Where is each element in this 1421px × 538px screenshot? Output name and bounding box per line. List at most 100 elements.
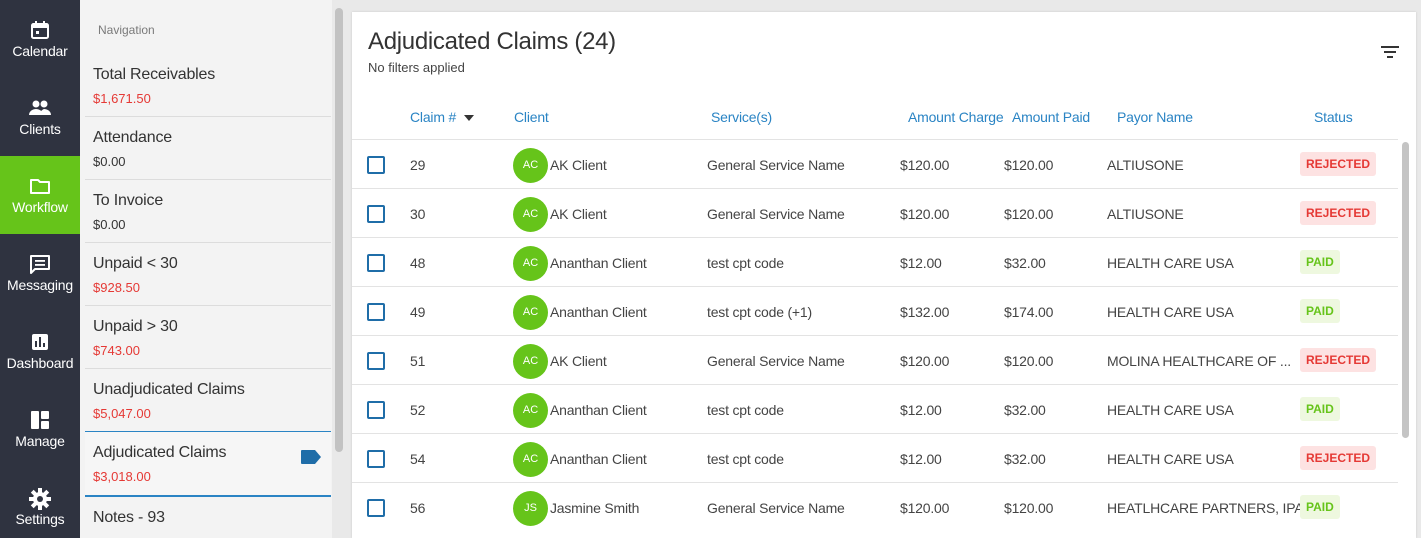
nav-item-unadjudicated-claims[interactable]: Unadjudicated Claims $5,047.00 [85, 369, 331, 432]
amount-charge: $120.00 [900, 353, 950, 369]
client-name[interactable]: Ananthan Client [550, 402, 647, 418]
rail-label: Settings [15, 511, 65, 527]
nav-item-name: Notes - 93 [93, 509, 165, 526]
amount-paid: $120.00 [1004, 353, 1054, 369]
amount-charge: $132.00 [900, 304, 950, 320]
amount-paid: $120.00 [1004, 206, 1054, 222]
avatar: AC [513, 442, 548, 477]
row-checkbox[interactable] [367, 352, 385, 370]
client-name[interactable]: Ananthan Client [550, 255, 647, 271]
row-checkbox[interactable] [367, 303, 385, 321]
amount-paid: $174.00 [1004, 304, 1054, 320]
client-name[interactable]: AK Client [550, 353, 607, 369]
rail-item-manage[interactable]: Manage [0, 390, 80, 468]
table-row[interactable]: 49 AC Ananthan Client test cpt code (+1)… [352, 286, 1398, 335]
payor-name: HEALTH CARE USA [1107, 402, 1234, 418]
rail-item-messaging[interactable]: Messaging [0, 234, 80, 312]
rail-label: Clients [19, 121, 61, 137]
client-name[interactable]: AK Client [550, 206, 607, 222]
payor-name: ALTIUSONE [1107, 206, 1184, 222]
table-scrollbar[interactable] [1400, 142, 1410, 442]
column-header-label: Claim # [410, 109, 457, 125]
rail-label: Workflow [12, 199, 68, 215]
nav-scrollbar-thumb[interactable] [335, 8, 343, 452]
rail-label: Calendar [12, 43, 68, 59]
service-name: General Service Name [707, 157, 845, 173]
page-title: Adjudicated Claims (24) [368, 28, 616, 55]
amount-charge: $12.00 [900, 255, 942, 271]
amount-paid: $32.00 [1004, 451, 1046, 467]
table-row[interactable]: 29 AC AK Client General Service Name $12… [352, 139, 1398, 188]
rail-label: Dashboard [6, 355, 74, 371]
column-header-status[interactable]: Status [1314, 109, 1353, 125]
rail-item-dashboard[interactable]: Dashboard [0, 312, 80, 390]
service-name: General Service Name [707, 353, 845, 369]
nav-item-notes[interactable]: Notes - 93 [85, 497, 331, 538]
app-rail: Calendar Clients Workflow Messaging Dash… [0, 0, 80, 538]
amount-charge: $12.00 [900, 451, 942, 467]
column-header-amount-paid[interactable]: Amount Paid [1012, 109, 1090, 125]
nav-item-amount: $743.00 [93, 343, 140, 358]
table-row[interactable]: 54 AC Ananthan Client test cpt code $12.… [352, 433, 1398, 482]
claims-panel: Adjudicated Claims (24) No filters appli… [352, 12, 1416, 538]
people-icon [0, 98, 80, 120]
column-header-payor[interactable]: Payor Name [1117, 109, 1193, 125]
nav-item-to-invoice[interactable]: To Invoice $0.00 [85, 180, 331, 243]
bar-chart-icon [0, 332, 80, 354]
status-badge: REJECTED [1300, 152, 1377, 176]
service-name: test cpt code [707, 255, 784, 271]
rail-item-clients[interactable]: Clients [0, 78, 80, 156]
client-name[interactable]: AK Client [550, 157, 607, 173]
row-checkbox[interactable] [367, 401, 385, 419]
navigation-panel: Navigation Total Receivables $1,671.50 A… [80, 0, 332, 538]
row-checkbox[interactable] [367, 499, 385, 517]
nav-item-total-receivables[interactable]: Total Receivables $1,671.50 [85, 54, 331, 117]
nav-item-amount: $1,671.50 [93, 91, 151, 106]
row-checkbox[interactable] [367, 156, 385, 174]
avatar: AC [513, 295, 548, 330]
table-row[interactable]: 56 JS Jasmine Smith General Service Name… [352, 482, 1398, 531]
column-header-amount-charge[interactable]: Amount Charge [908, 109, 1004, 125]
status-badge: REJECTED [1300, 201, 1377, 225]
amount-charge: $120.00 [900, 500, 950, 516]
avatar: AC [513, 344, 548, 379]
filter-status: No filters applied [368, 60, 465, 75]
table-row[interactable]: 51 AC AK Client General Service Name $12… [352, 335, 1398, 384]
filter-list-icon[interactable] [1380, 44, 1400, 60]
sort-desc-icon [464, 115, 475, 122]
table-scrollbar-thumb[interactable] [1402, 142, 1409, 438]
payor-name: ALTIUSONE [1107, 157, 1184, 173]
column-header-client[interactable]: Client [514, 109, 549, 125]
table-row[interactable]: 52 AC Ananthan Client test cpt code $12.… [352, 384, 1398, 433]
rail-item-calendar[interactable]: Calendar [0, 0, 80, 78]
nav-item-attendance[interactable]: Attendance $0.00 [85, 117, 331, 180]
service-name: General Service Name [707, 500, 845, 516]
column-header-claim[interactable]: Claim # [410, 109, 475, 125]
column-header-services[interactable]: Service(s) [711, 109, 772, 125]
rail-item-settings[interactable]: Settings [0, 468, 80, 538]
table-row[interactable]: 48 AC Ananthan Client test cpt code $12.… [352, 237, 1398, 286]
avatar: AC [513, 246, 548, 281]
nav-item-amount: $0.00 [93, 154, 126, 169]
nav-scrollbar[interactable] [332, 0, 346, 538]
row-checkbox[interactable] [367, 205, 385, 223]
row-checkbox[interactable] [367, 254, 385, 272]
claim-number: 51 [410, 353, 426, 369]
nav-item-unpaid-over-30[interactable]: Unpaid > 30 $743.00 [85, 306, 331, 369]
row-checkbox[interactable] [367, 450, 385, 468]
client-name[interactable]: Ananthan Client [550, 304, 647, 320]
amount-paid: $32.00 [1004, 255, 1046, 271]
status-badge: PAID [1300, 250, 1340, 274]
rail-item-workflow[interactable]: Workflow [0, 156, 80, 234]
calendar-icon [0, 20, 80, 42]
nav-heading: Navigation [98, 23, 155, 37]
client-name[interactable]: Jasmine Smith [550, 500, 639, 516]
nav-item-amount: $928.50 [93, 280, 140, 295]
nav-item-adjudicated-claims[interactable]: Adjudicated Claims $3,018.00 [85, 431, 331, 497]
avatar: AC [513, 393, 548, 428]
client-name[interactable]: Ananthan Client [550, 451, 647, 467]
table-row[interactable]: 30 AC AK Client General Service Name $12… [352, 188, 1398, 237]
nav-item-name: Unpaid < 30 [93, 255, 178, 272]
nav-item-amount: $3,018.00 [93, 469, 151, 484]
nav-item-unpaid-under-30[interactable]: Unpaid < 30 $928.50 [85, 243, 331, 306]
